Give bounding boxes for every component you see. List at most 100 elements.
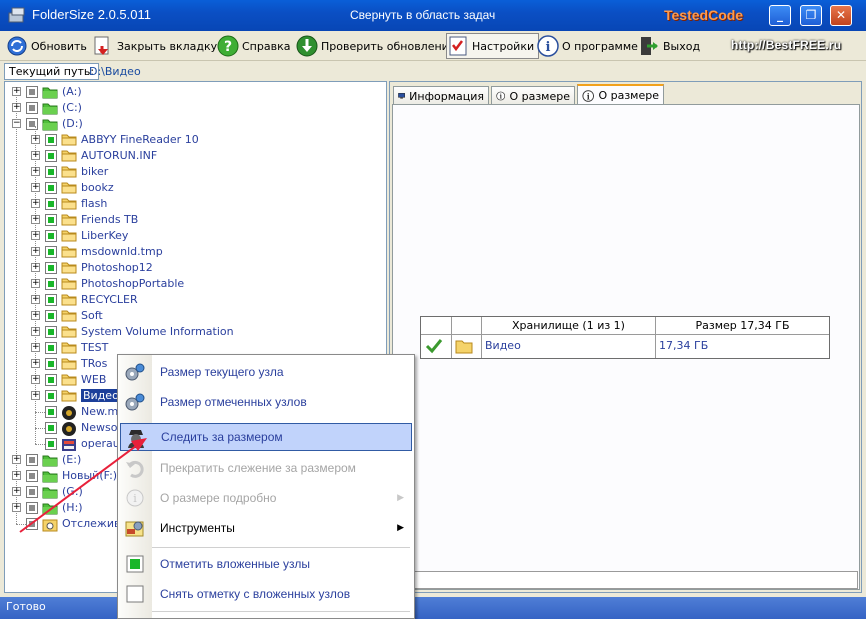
folder-icon — [61, 165, 77, 178]
tree-node-folder[interactable]: + AUTORUN.INF — [5, 148, 385, 164]
node-checkbox[interactable] — [45, 278, 57, 290]
tree-node-folder[interactable]: + Photoshop12 — [5, 260, 385, 276]
node-checkbox[interactable] — [26, 470, 38, 482]
tree-node-folder[interactable]: + msdownld.tmp — [5, 244, 385, 260]
header-storage[interactable]: Хранилище (1 из 1) — [482, 317, 656, 335]
expand-icon[interactable]: + — [31, 359, 40, 368]
expand-icon[interactable]: + — [31, 279, 40, 288]
refresh-button[interactable]: Обновить — [6, 33, 87, 59]
expand-icon[interactable]: + — [31, 391, 40, 400]
check-update-button[interactable]: Проверить обновление — [296, 33, 456, 59]
node-checkbox[interactable] — [45, 358, 57, 370]
menu-item-stop-watching[interactable]: Прекратить слежение за размером — [120, 454, 412, 482]
expand-icon[interactable]: + — [31, 263, 40, 272]
node-checkbox[interactable] — [45, 438, 57, 450]
expand-icon[interactable]: + — [31, 375, 40, 384]
expand-icon[interactable]: + — [31, 183, 40, 192]
node-checkbox[interactable] — [45, 262, 57, 274]
exit-button[interactable]: Выход — [638, 33, 700, 59]
node-checkbox[interactable] — [26, 502, 38, 514]
close-tab-button[interactable]: Закрыть вкладку — [92, 33, 217, 59]
collapse-icon[interactable]: − — [12, 119, 21, 128]
node-label: TRos — [81, 357, 108, 370]
table-row[interactable]: Видео 17,34 ГБ — [421, 335, 829, 358]
expand-icon[interactable]: + — [12, 103, 21, 112]
node-checkbox[interactable] — [45, 198, 57, 210]
drive-icon — [42, 485, 58, 499]
expand-icon[interactable]: + — [31, 199, 40, 208]
node-checkbox[interactable] — [45, 390, 57, 402]
node-checkbox[interactable] — [45, 326, 57, 338]
close-button[interactable]: ✕ — [830, 5, 852, 26]
node-checkbox[interactable] — [26, 118, 38, 130]
node-checkbox[interactable] — [45, 134, 57, 146]
node-checkbox[interactable] — [26, 454, 38, 466]
tree-node-folder[interactable]: + PhotoshopPortable — [5, 276, 385, 292]
tools-icon — [125, 521, 144, 537]
about-button[interactable]: i О программе — [537, 33, 638, 59]
expand-icon[interactable]: + — [31, 151, 40, 160]
expand-icon[interactable]: + — [31, 327, 40, 336]
expand-icon[interactable]: + — [31, 167, 40, 176]
expand-icon[interactable]: + — [12, 503, 21, 512]
tree-node-folder[interactable]: + LiberKey — [5, 228, 385, 244]
tree-node-drive[interactable]: − (D:) — [5, 116, 385, 132]
header-size[interactable]: Размер 17,34 ГБ — [656, 317, 829, 335]
tree-node-folder[interactable]: + flash — [5, 196, 385, 212]
tree-node-folder[interactable]: + Friends TB — [5, 212, 385, 228]
window-title[interactable]: Свернуть в область задач — [350, 8, 495, 22]
menu-item-watch-size[interactable]: Следить за размером — [120, 423, 412, 451]
expand-icon[interactable]: + — [31, 343, 40, 352]
tree-node-folder[interactable]: + System Volume Information — [5, 324, 385, 340]
node-checkbox[interactable] — [26, 102, 38, 114]
node-checkbox[interactable] — [45, 406, 57, 418]
tab-information[interactable]: Информация — [393, 86, 489, 105]
node-checkbox[interactable] — [26, 486, 38, 498]
tab-size-2[interactable]: i О размере — [577, 84, 664, 105]
expand-icon[interactable]: + — [31, 311, 40, 320]
minimize-button[interactable]: _ — [769, 5, 791, 26]
expand-icon[interactable]: + — [12, 471, 21, 480]
node-checkbox[interactable] — [45, 294, 57, 306]
expand-icon[interactable]: + — [31, 231, 40, 240]
node-checkbox[interactable] — [45, 230, 57, 242]
tab-size-1[interactable]: i О размере — [491, 86, 575, 105]
node-checkbox[interactable] — [45, 422, 57, 434]
node-checkbox[interactable] — [26, 518, 38, 530]
node-checkbox[interactable] — [45, 166, 57, 178]
menu-item-uncheck-children[interactable]: Снять отметку с вложенных узлов — [120, 580, 412, 608]
node-checkbox[interactable] — [45, 182, 57, 194]
tree-node-drive[interactable]: + (C:) — [5, 100, 385, 116]
tree-node-folder[interactable]: + Soft — [5, 308, 385, 324]
node-checkbox[interactable] — [45, 310, 57, 322]
tree-node-folder[interactable]: + RECYCLER — [5, 292, 385, 308]
node-checkbox[interactable] — [45, 374, 57, 386]
menu-item-checked-nodes-size[interactable]: Размер отмеченных узлов — [120, 388, 412, 416]
expand-icon[interactable]: + — [31, 215, 40, 224]
menu-item-tools[interactable]: Инструменты ▶ — [120, 514, 412, 542]
node-checkbox[interactable] — [26, 86, 38, 98]
maximize-button[interactable]: ❐ — [800, 5, 822, 26]
node-checkbox[interactable] — [45, 150, 57, 162]
tree-node-drive[interactable]: + (A:) — [5, 84, 385, 100]
node-checkbox[interactable] — [45, 214, 57, 226]
expand-icon[interactable]: + — [31, 247, 40, 256]
expand-icon[interactable]: + — [31, 295, 40, 304]
expand-icon[interactable]: + — [12, 87, 21, 96]
horizontal-scrollbar[interactable] — [390, 571, 858, 589]
node-checkbox[interactable] — [45, 342, 57, 354]
help-button[interactable]: ? Справка — [217, 33, 290, 59]
expand-icon[interactable]: + — [12, 487, 21, 496]
folder-icon — [61, 309, 77, 322]
menu-item-current-node-size[interactable]: Размер текущего узла — [120, 358, 412, 386]
tree-node-folder[interactable]: + bookz — [5, 180, 385, 196]
tree-node-folder[interactable]: + biker — [5, 164, 385, 180]
expand-icon[interactable]: + — [12, 455, 21, 464]
expand-icon[interactable]: + — [31, 135, 40, 144]
menu-item-check-children[interactable]: Отметить вложенные узлы — [120, 550, 412, 578]
tree-node-folder[interactable]: + ABBYY FineReader 10 — [5, 132, 385, 148]
node-label: Newso — [81, 421, 118, 434]
settings-button[interactable]: Настройки — [446, 33, 540, 59]
node-checkbox[interactable] — [45, 246, 57, 258]
menu-item-size-details[interactable]: i О размере подробно ▶ — [120, 484, 412, 512]
